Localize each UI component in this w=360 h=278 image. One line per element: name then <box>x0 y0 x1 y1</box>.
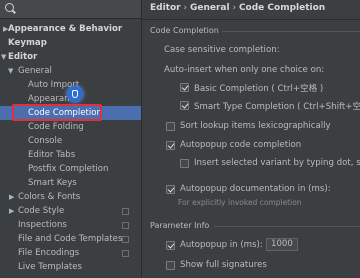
header-divider <box>142 19 360 20</box>
tree-item-label: Postfix Completion <box>28 164 109 174</box>
tree-item-label: File and Code Templates <box>18 234 123 244</box>
section-divider <box>222 31 360 32</box>
tree-item-label: Editor Tabs <box>28 150 76 160</box>
tree-item-inspections[interactable]: Inspections <box>0 218 141 232</box>
tree-item-file-code-templates[interactable]: File and Code Templates <box>0 232 141 246</box>
chevron-right-icon: ▶ <box>9 193 15 201</box>
tree-item-label: Editor <box>8 52 38 62</box>
cursor-badge-icon <box>67 86 83 102</box>
sort-lookup-label: Sort lookup items lexicographically <box>180 121 331 131</box>
tree-item-editor[interactable]: ▼ Editor <box>0 50 141 64</box>
tree-item-console[interactable]: Console <box>0 134 141 148</box>
project-settings-icon <box>122 208 129 215</box>
chevron-right-icon: ▶ <box>9 207 15 215</box>
smart-type-completion-checkbox[interactable] <box>180 101 189 110</box>
breadcrumb-code-completion: Code Completion <box>238 3 326 13</box>
tree-item-live-templates[interactable]: Live Templates <box>0 260 141 274</box>
autopopup-doc-checkbox[interactable] <box>166 185 175 194</box>
chevron-down-icon: ▼ <box>8 67 14 75</box>
tree-item-label: Appearance & Behavior <box>8 24 123 34</box>
show-full-signatures-checkbox[interactable] <box>166 261 175 270</box>
breadcrumb-separator: › <box>183 3 188 13</box>
insert-selected-label: Insert selected variant by typing dot, s… <box>194 158 360 168</box>
parameter-autopopup-label: Autopopup in (ms): <box>180 240 263 250</box>
breadcrumb-separator: › <box>232 3 237 13</box>
breadcrumb-general[interactable]: General <box>190 3 230 13</box>
case-sensitive-label: Case sensitive completion: <box>164 45 280 55</box>
project-settings-icon <box>122 250 129 257</box>
project-settings-icon <box>122 222 129 229</box>
tree-item-label: Code Folding <box>28 122 84 132</box>
settings-content-panel: Editor › General › Code Completion Code … <box>142 0 360 278</box>
tree-item-label: Inspections <box>18 220 67 230</box>
tree-item-general[interactable]: ▼ General <box>0 64 141 78</box>
auto-insert-label: Auto-insert when only one choice on: <box>164 65 325 75</box>
breadcrumb-editor[interactable]: Editor <box>150 3 181 13</box>
tree-item-editor-tabs[interactable]: Editor Tabs <box>0 148 141 162</box>
tree-item-postfix-completion[interactable]: Postfix Completion <box>0 162 141 176</box>
show-full-signatures-label: Show full signatures <box>180 260 267 270</box>
parameter-autopopup-ms-input[interactable]: 1000 <box>266 238 298 251</box>
breadcrumb: Editor › General › Code Completion <box>150 3 325 13</box>
tree-item-label: File Encodings <box>18 248 80 258</box>
tree-item-appearance-behavior[interactable]: ▶ Appearance & Behavior <box>0 22 141 36</box>
tree-item-label: Keymap <box>8 38 47 48</box>
autopopup-doc-hint: For explicitly invoked completion <box>178 198 302 207</box>
basic-completion-checkbox[interactable] <box>180 83 189 92</box>
chevron-down-icon: ▼ <box>1 53 7 61</box>
basic-completion-label: Basic Completion ( Ctrl+空格 ) <box>194 84 324 94</box>
settings-sidebar: ▶ Appearance & Behavior Keymap ▼ Editor … <box>0 0 142 278</box>
tree-item-label: Colors & Fonts <box>18 192 81 202</box>
tree-item-label: Live Templates <box>18 262 82 272</box>
section-divider <box>214 226 360 227</box>
tree-item-keymap[interactable]: Keymap <box>0 36 141 50</box>
tree-item-code-style[interactable]: ▶ Code Style <box>0 204 141 218</box>
tree-item-label: General <box>18 66 52 76</box>
search-icon <box>5 3 14 12</box>
sort-lookup-checkbox[interactable] <box>166 122 175 131</box>
smart-type-completion-label: Smart Type Completion ( Ctrl+Shift+空格 ) <box>194 102 360 112</box>
tree-item-label: Smart Keys <box>28 178 77 188</box>
tree-item-label: Console <box>28 136 63 146</box>
project-settings-icon <box>122 236 129 243</box>
tree-item-code-folding[interactable]: Code Folding <box>0 120 141 134</box>
parameter-autopopup-checkbox[interactable] <box>166 241 175 250</box>
tree-item-label: Code Style <box>18 206 65 216</box>
tree-item-smart-keys[interactable]: Smart Keys <box>0 176 141 190</box>
section-title-code-completion: Code Completion <box>150 26 219 35</box>
settings-search-field[interactable] <box>0 0 141 19</box>
autopopup-doc-label: Autopopup documentation in (ms): <box>180 184 331 194</box>
tree-item-file-encodings[interactable]: File Encodings <box>0 246 141 260</box>
autopopup-code-label: Autopopup code completion <box>180 140 302 150</box>
insert-selected-checkbox[interactable] <box>180 159 189 168</box>
highlight-annotation-box <box>12 104 102 121</box>
tree-item-colors-fonts[interactable]: ▶ Colors & Fonts <box>0 190 141 204</box>
autopopup-code-checkbox[interactable] <box>166 141 175 150</box>
section-title-parameter-info: Parameter Info <box>150 221 210 230</box>
